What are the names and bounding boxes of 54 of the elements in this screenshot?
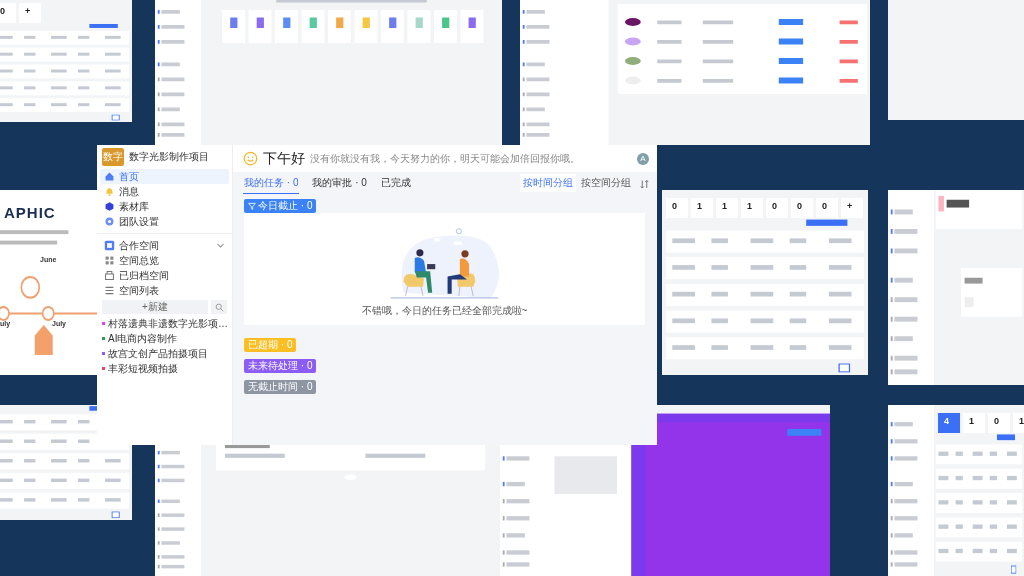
tab[interactable]: 已完成 xyxy=(379,172,412,194)
smiley-icon xyxy=(243,151,258,166)
gear-icon xyxy=(104,216,115,227)
cube-icon xyxy=(104,201,115,212)
project-item[interactable]: AI电商内容制作 xyxy=(100,331,229,346)
stat-number: 1 xyxy=(963,413,985,433)
greeting-subtitle: 没有你就没有我，今天努力的你，明天可能会加倍回报你哦。 xyxy=(310,151,581,166)
stat-number: + xyxy=(841,198,863,218)
project-item[interactable]: 村落遗典非遗数字光影项… xyxy=(100,316,229,331)
chevron-icon xyxy=(216,241,225,250)
greeting: 下午好 xyxy=(263,149,305,168)
stat-number: 1 xyxy=(716,198,738,218)
group-toggle[interactable]: 按时间分组 xyxy=(520,174,576,192)
list-icon xyxy=(104,285,115,296)
stat-number: 0 xyxy=(791,198,813,218)
stat-number: 0 xyxy=(766,198,788,218)
nav-item[interactable]: 已归档空间 xyxy=(100,268,229,283)
app-name: 数字光影制作项目 xyxy=(129,150,209,164)
search-icon xyxy=(214,302,224,312)
project-item[interactable]: 丰彩短视频拍摄 xyxy=(100,361,229,376)
stat-number: 1 xyxy=(741,198,763,218)
new-button[interactable]: +新建 xyxy=(102,300,208,314)
stat-number: 4 xyxy=(938,413,960,433)
tab[interactable]: 我的任务 · 0 xyxy=(243,172,300,194)
nav-item[interactable]: 空间总览 xyxy=(100,253,229,268)
empty-message: 不错哦，今日的任务已经全部完成啦~ xyxy=(361,303,528,318)
bell-icon xyxy=(104,186,115,197)
grid-icon xyxy=(104,255,115,266)
stat-number: 0 xyxy=(988,413,1010,433)
nav-item[interactable]: 首页 xyxy=(100,169,229,184)
nav-item[interactable]: 素材库 xyxy=(100,199,229,214)
group-tag[interactable]: 今日截止 · 0 xyxy=(244,199,317,213)
nav-item[interactable]: 团队设置 xyxy=(100,214,229,229)
stat-number: + xyxy=(19,3,41,23)
project-item[interactable]: 故宫文创产品拍摄项目 xyxy=(100,346,229,361)
nav-item[interactable]: 空间列表 xyxy=(100,283,229,298)
search-button[interactable] xyxy=(211,300,227,314)
nav-item[interactable]: 消息 xyxy=(100,184,229,199)
stat-number: 1 xyxy=(1013,413,1024,433)
space-header[interactable]: 合作空间 xyxy=(100,238,229,253)
filter-icon xyxy=(248,202,256,210)
space-icon xyxy=(104,240,115,251)
stat-number: 0 xyxy=(816,198,838,218)
group-toggle[interactable]: 按空间分组 xyxy=(578,174,634,192)
sort-icon xyxy=(640,178,649,188)
stat-number: 1 xyxy=(691,198,713,218)
group-tag[interactable]: 未来待处理 · 0 xyxy=(244,359,317,373)
stat-number: 0 xyxy=(0,3,16,23)
app-logo: 数字 xyxy=(102,148,124,166)
home-icon xyxy=(104,171,115,182)
infographic-title: APHIC xyxy=(3,203,57,223)
tab[interactable]: 我的审批 · 0 xyxy=(311,172,368,194)
archive-icon xyxy=(104,270,115,281)
stat-number: 0 xyxy=(666,198,688,218)
